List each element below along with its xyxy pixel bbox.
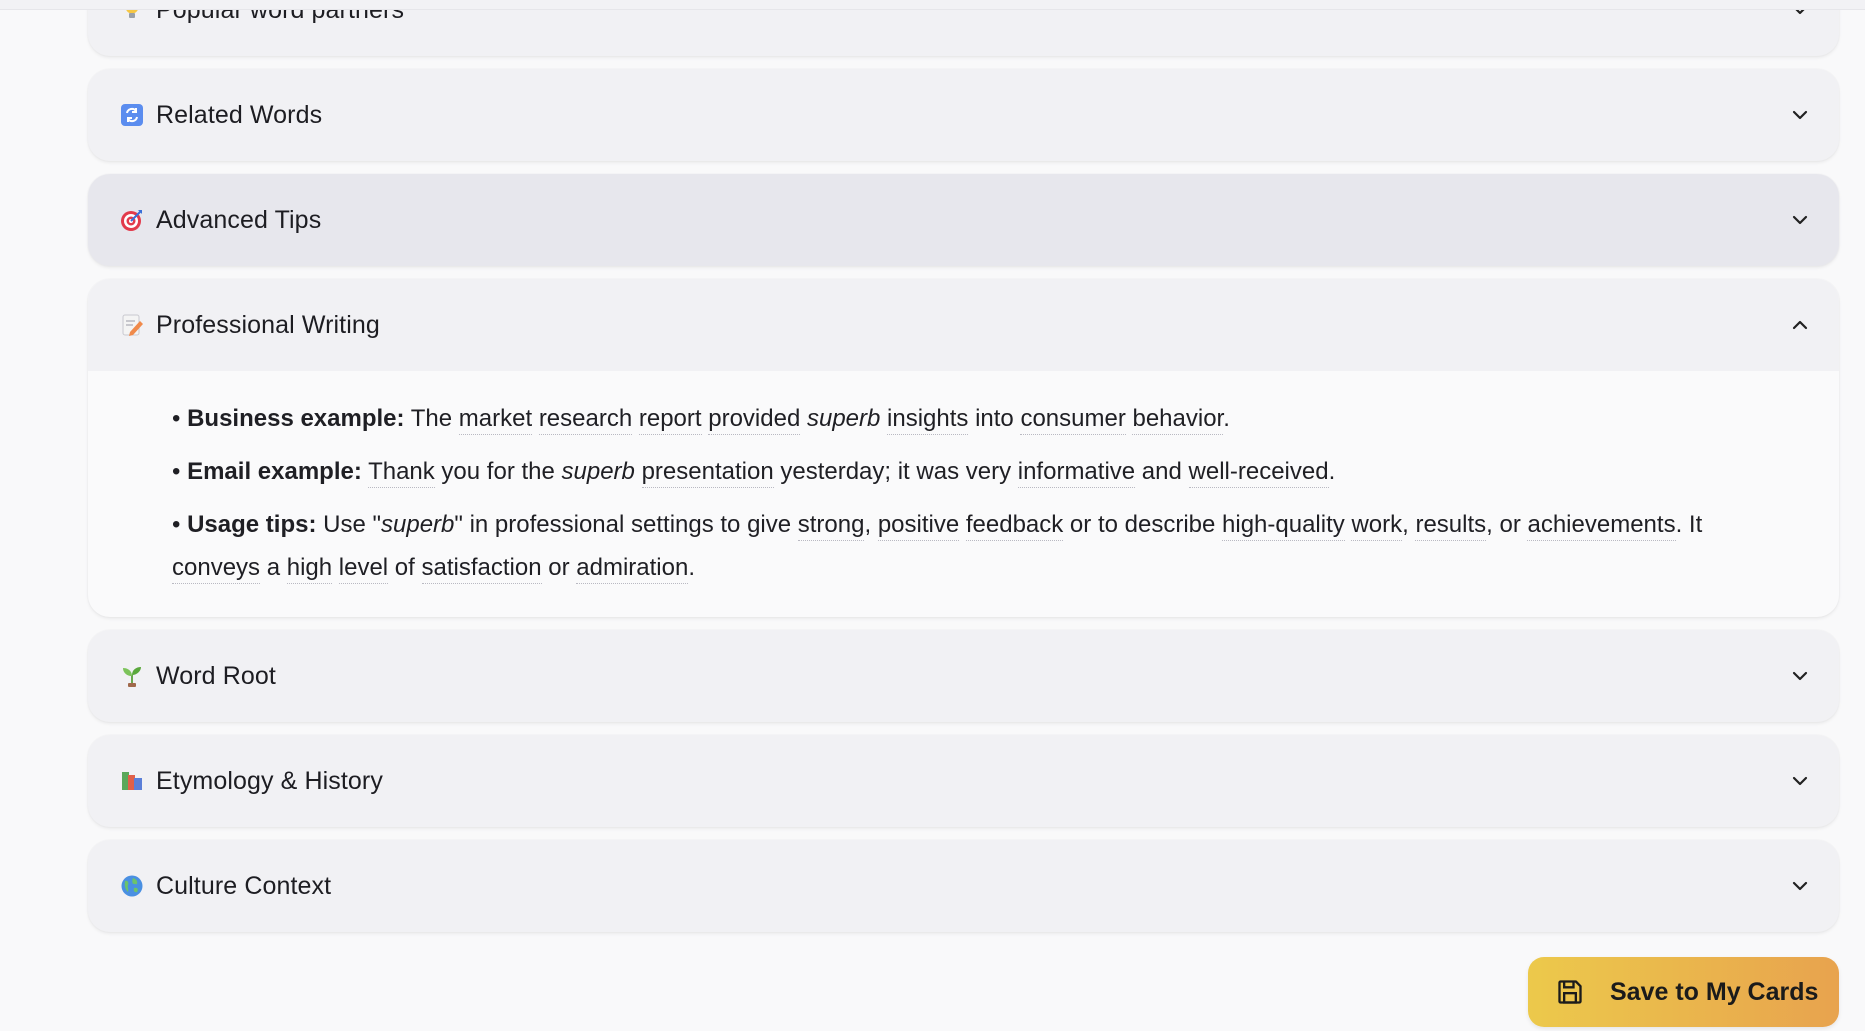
save-button-label: Save to My Cards [1610, 977, 1819, 1006]
section-title: Advanced Tips [156, 205, 322, 234]
text [959, 511, 966, 538]
lookup-word[interactable]: high [286, 554, 333, 584]
target-word: superb [381, 511, 455, 538]
lookup-word[interactable]: informative [1017, 458, 1136, 488]
section-title: Etymology & History [156, 766, 383, 795]
usage-tips-label: Usage tips: [187, 511, 317, 538]
text [632, 405, 639, 432]
lookup-word[interactable]: provided [708, 405, 801, 435]
section-title: Culture Context [156, 871, 332, 900]
professional-writing-content: • Business example: The market research … [88, 371, 1839, 617]
lookup-word[interactable]: results [1415, 511, 1487, 541]
lookup-word[interactable]: level [338, 554, 389, 584]
section-header-advanced-tips[interactable]: Advanced Tips [88, 174, 1839, 266]
section-title: Professional Writing [156, 310, 380, 339]
text: The [410, 405, 459, 432]
email-example: • Email example: Thank you for the super… [172, 450, 1779, 493]
lookup-word[interactable]: insights [887, 405, 969, 435]
text [800, 405, 807, 432]
text [532, 405, 539, 432]
lookup-word[interactable]: admiration [576, 554, 689, 584]
memo-pencil-icon [119, 312, 145, 338]
lookup-word[interactable]: feedback [965, 511, 1064, 541]
business-example-label: Business example: [187, 405, 405, 432]
section-title: Word Root [156, 661, 276, 690]
chevron-down-icon[interactable] [1789, 104, 1811, 126]
target-word: superb [806, 405, 881, 432]
section-word-root: Word Root [88, 630, 1839, 722]
target-dart-icon [119, 207, 145, 233]
section-header-word-root[interactable]: Word Root [88, 630, 1839, 722]
text: , [1402, 511, 1416, 538]
accordion-list: Popular word partners Related Words Adva… [88, 0, 1839, 945]
section-header-related-words[interactable]: Related Words [88, 69, 1839, 161]
business-example: • Business example: The market research … [172, 397, 1779, 440]
text: , or [1486, 511, 1528, 538]
text: and [1135, 458, 1189, 485]
lookup-word[interactable]: research [538, 405, 633, 435]
text: yesterday; it was very [773, 458, 1018, 485]
text: . [1328, 458, 1336, 485]
target-word: superb [561, 458, 635, 485]
lookup-word[interactable]: conveys [172, 554, 261, 584]
section-culture-context: Culture Context [88, 840, 1839, 932]
text [332, 554, 339, 581]
section-title: Related Words [156, 100, 323, 129]
books-icon [119, 768, 145, 794]
section-etymology-history: Etymology & History [88, 735, 1839, 827]
lookup-word[interactable]: market [458, 405, 533, 435]
chevron-down-icon[interactable] [1789, 209, 1811, 231]
text: into [968, 405, 1021, 432]
lookup-word[interactable]: positive [877, 511, 960, 541]
text: a [260, 554, 287, 581]
lookup-word[interactable]: satisfaction [421, 554, 542, 584]
lookup-word[interactable]: presentation [641, 458, 774, 488]
lookup-word[interactable]: consumer [1020, 405, 1126, 435]
lookup-word[interactable]: strong [797, 511, 865, 541]
usage-tips: • Usage tips: Use "superb" in profession… [172, 503, 1779, 589]
section-header-professional-writing[interactable]: Professional Writing [88, 279, 1839, 371]
save-to-my-cards-button[interactable]: Save to My Cards [1528, 957, 1839, 1027]
chevron-down-icon[interactable] [1789, 875, 1811, 897]
lookup-word[interactable]: Thank [368, 458, 435, 488]
text: of [388, 554, 422, 581]
text: Use " [316, 511, 381, 538]
globe-icon [119, 873, 145, 899]
lookup-word[interactable]: work [1351, 511, 1403, 541]
refresh-arrows-icon [119, 102, 145, 128]
chevron-down-icon[interactable] [1789, 770, 1811, 792]
text: or [541, 554, 577, 581]
top-bar [0, 0, 1865, 10]
text: or to describe [1063, 511, 1223, 538]
text: . It [1675, 511, 1703, 538]
floppy-disk-icon [1556, 978, 1584, 1006]
lookup-word[interactable]: behavior [1132, 405, 1224, 435]
text: , [864, 511, 878, 538]
seedling-icon [119, 663, 145, 689]
text: . [688, 554, 695, 581]
email-example-label: Email example: [187, 458, 362, 485]
lookup-word[interactable]: achievements [1527, 511, 1676, 541]
lookup-word[interactable]: high-quality [1222, 511, 1345, 541]
lookup-word[interactable]: report [638, 405, 702, 435]
section-related-words: Related Words [88, 69, 1839, 161]
section-advanced-tips: Advanced Tips [88, 174, 1839, 266]
lookup-word[interactable]: well-received [1188, 458, 1329, 488]
text: . [1223, 405, 1230, 432]
chevron-down-icon[interactable] [1789, 665, 1811, 687]
text: you for the [434, 458, 562, 485]
text [635, 458, 642, 485]
section-header-culture-context[interactable]: Culture Context [88, 840, 1839, 932]
chevron-up-icon[interactable] [1789, 314, 1811, 336]
section-header-etymology-history[interactable]: Etymology & History [88, 735, 1839, 827]
text: " in professional settings to give [454, 511, 798, 538]
section-professional-writing: Professional Writing • Business example:… [88, 279, 1839, 617]
